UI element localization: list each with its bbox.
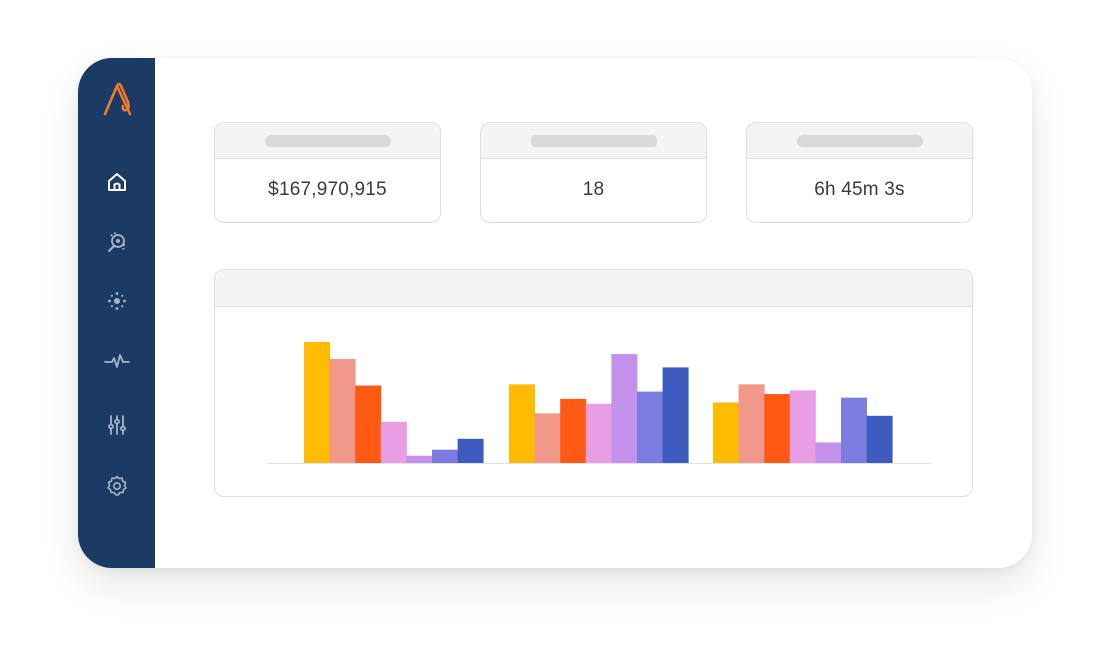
bar-group3-series3 <box>764 394 791 463</box>
sidebar <box>78 58 155 568</box>
main-content: $167,970,915 18 6h 45m 3s <box>155 58 1032 568</box>
settings-icon <box>107 475 127 496</box>
bar-group1-series6 <box>432 449 458 463</box>
bar-group1-series3 <box>355 385 382 463</box>
bar-group2-series6 <box>637 391 663 463</box>
stat-value: 6h 45m 3s <box>814 179 905 200</box>
card-header <box>215 123 440 159</box>
stat-card-duration: 6h 45m 3s <box>746 122 973 223</box>
nodes-icon <box>108 292 126 310</box>
card-header <box>215 270 972 307</box>
bar-group3-series5 <box>815 442 842 463</box>
bar-group3-series6 <box>841 397 867 463</box>
nav-settings[interactable] <box>101 470 133 502</box>
bar-group2-series1 <box>509 384 535 463</box>
nav-nodes[interactable] <box>101 285 133 317</box>
chart-card <box>214 269 973 497</box>
logo-icon[interactable] <box>100 78 136 122</box>
activity-icon <box>104 354 130 368</box>
bar-group1-series4 <box>380 421 407 463</box>
stat-card-count: 18 <box>480 122 707 223</box>
nav-home[interactable] <box>101 166 133 198</box>
bar-group3-series1 <box>713 402 739 463</box>
sliders-icon <box>108 415 126 435</box>
stat-value: 18 <box>582 179 605 200</box>
stat-value: $167,970,915 <box>268 179 387 200</box>
bar-group2-series5 <box>611 354 638 463</box>
stat-card-revenue: $167,970,915 <box>214 122 441 223</box>
home-icon <box>108 173 126 191</box>
bar-group2-series7 <box>662 367 689 463</box>
bar-group3-series4 <box>789 390 816 463</box>
bar-group1-series2 <box>329 358 356 463</box>
bar-group3-series7 <box>866 415 893 463</box>
bar-group2-series2 <box>534 413 561 463</box>
bar-group3-series2 <box>738 384 765 463</box>
card-header <box>481 123 706 159</box>
title-placeholder <box>265 135 391 147</box>
title-placeholder <box>531 135 657 147</box>
nav-activity[interactable] <box>101 345 133 377</box>
bar-group2-series4 <box>585 403 612 463</box>
bar-group1-series5 <box>406 455 433 463</box>
nav-analysis[interactable] <box>101 226 133 258</box>
bar-chart <box>267 342 931 464</box>
bar-group2-series3 <box>560 398 587 463</box>
app-window: $167,970,915 18 6h 45m 3s <box>78 58 1032 568</box>
bar-group1-series1 <box>304 342 330 463</box>
title-placeholder <box>797 135 923 147</box>
bar-group1-series7 <box>457 438 484 463</box>
search-analysis-icon <box>108 232 126 252</box>
nav-filters[interactable] <box>101 409 133 441</box>
card-header <box>747 123 972 159</box>
